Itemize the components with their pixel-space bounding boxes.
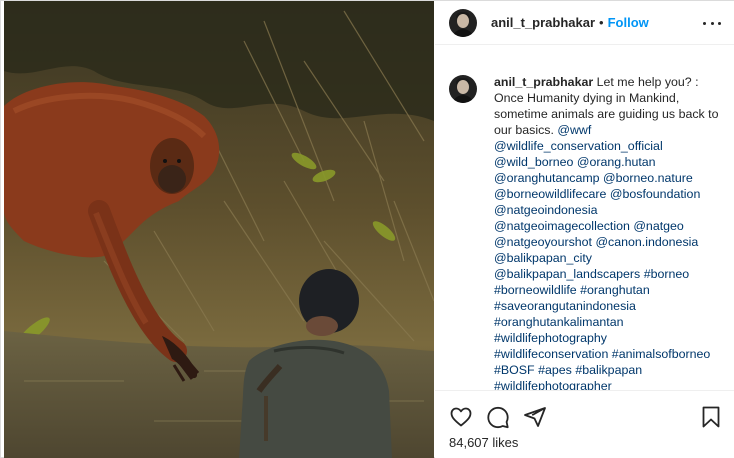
more-dot bbox=[703, 21, 706, 25]
mention-link[interactable]: @oranghutancamp bbox=[494, 171, 600, 185]
comment-icon[interactable] bbox=[486, 405, 510, 429]
post-header: anil_t_prabhakar • Follow bbox=[435, 1, 734, 45]
avatar-face bbox=[457, 13, 469, 28]
caption-author-avatar[interactable] bbox=[449, 75, 477, 103]
post-modal: anil_t_prabhakar • Follow anil_t_prabhak… bbox=[0, 0, 734, 458]
mention-link[interactable]: @wildlife_conservation_official bbox=[494, 139, 663, 153]
hashtag-link[interactable]: #BOSF bbox=[494, 363, 535, 377]
mention-link[interactable]: @wild_borneo bbox=[494, 155, 573, 169]
post-caption: anil_t_prabhakar Let me help you? : Once… bbox=[494, 74, 724, 390]
author-avatar[interactable] bbox=[449, 8, 477, 37]
post-actions: 84,607 likes bbox=[435, 390, 734, 458]
follow-button[interactable]: Follow bbox=[608, 15, 649, 30]
mention-link[interactable]: @natgeo bbox=[633, 219, 683, 233]
more-dot bbox=[710, 21, 714, 25]
hashtag-link[interactable]: #wildlifeconservation bbox=[494, 347, 608, 361]
avatar-body bbox=[452, 28, 474, 37]
caption-tags: @wwf @wildlife_conservation_official @wi… bbox=[494, 123, 710, 390]
hashtag-link[interactable]: #wildlifephotography bbox=[494, 331, 607, 345]
avatar-face bbox=[457, 80, 469, 94]
hashtag-link[interactable]: #animalsofborneo bbox=[612, 347, 711, 361]
heart-icon[interactable] bbox=[449, 405, 473, 429]
mention-link[interactable]: @canon.indonesia bbox=[595, 235, 698, 249]
hashtag-link[interactable]: #balikpapan bbox=[575, 363, 642, 377]
mention-link[interactable]: @natgeoyourshot bbox=[494, 235, 592, 249]
mention-link[interactable]: @wwf bbox=[557, 123, 591, 137]
post-photo[interactable] bbox=[4, 1, 434, 458]
hashtag-link[interactable]: #oranghutan bbox=[580, 283, 650, 297]
post-photo-illustration bbox=[4, 1, 434, 458]
mention-link[interactable]: @natgeoindonesia bbox=[494, 203, 598, 217]
hashtag-link[interactable]: #borneo bbox=[644, 267, 689, 281]
header-separator: • bbox=[599, 15, 604, 30]
mention-link[interactable]: @bosfoundation bbox=[610, 187, 700, 201]
action-icons bbox=[449, 405, 560, 429]
bookmark-icon[interactable] bbox=[699, 405, 723, 429]
mention-link[interactable]: @orang.hutan bbox=[577, 155, 656, 169]
post-side-panel: anil_t_prabhakar • Follow anil_t_prabhak… bbox=[435, 1, 734, 458]
caption-username[interactable]: anil_t_prabhakar bbox=[494, 75, 593, 89]
hashtag-link[interactable]: #borneowildlife bbox=[494, 283, 577, 297]
hashtag-link[interactable]: #apes bbox=[538, 363, 572, 377]
hashtag-link[interactable]: #saveorangutanindonesia bbox=[494, 299, 636, 313]
caption-row: anil_t_prabhakar Let me help you? : Once… bbox=[449, 57, 734, 390]
mention-link[interactable]: @balikpapan_city bbox=[494, 251, 592, 265]
hashtag-link[interactable]: #oranghutankalimantan bbox=[494, 315, 624, 329]
hashtag-link[interactable]: #wildlifephotographer bbox=[494, 379, 612, 390]
likes-count[interactable]: 84,607 likes bbox=[449, 435, 518, 450]
mention-link[interactable]: @borneo.nature bbox=[603, 171, 693, 185]
comments-area[interactable]: anil_t_prabhakar Let me help you? : Once… bbox=[435, 57, 734, 390]
share-icon[interactable] bbox=[523, 405, 547, 429]
avatar-body bbox=[452, 95, 474, 103]
author-username[interactable]: anil_t_prabhakar bbox=[491, 15, 595, 30]
more-dot bbox=[718, 21, 721, 25]
mention-link[interactable]: @balikpapan_landscapers bbox=[494, 267, 640, 281]
more-options-icon[interactable] bbox=[703, 14, 721, 32]
mention-link[interactable]: @natgeoimagecollection bbox=[494, 219, 630, 233]
mention-link[interactable]: @borneowildlifecare bbox=[494, 187, 606, 201]
